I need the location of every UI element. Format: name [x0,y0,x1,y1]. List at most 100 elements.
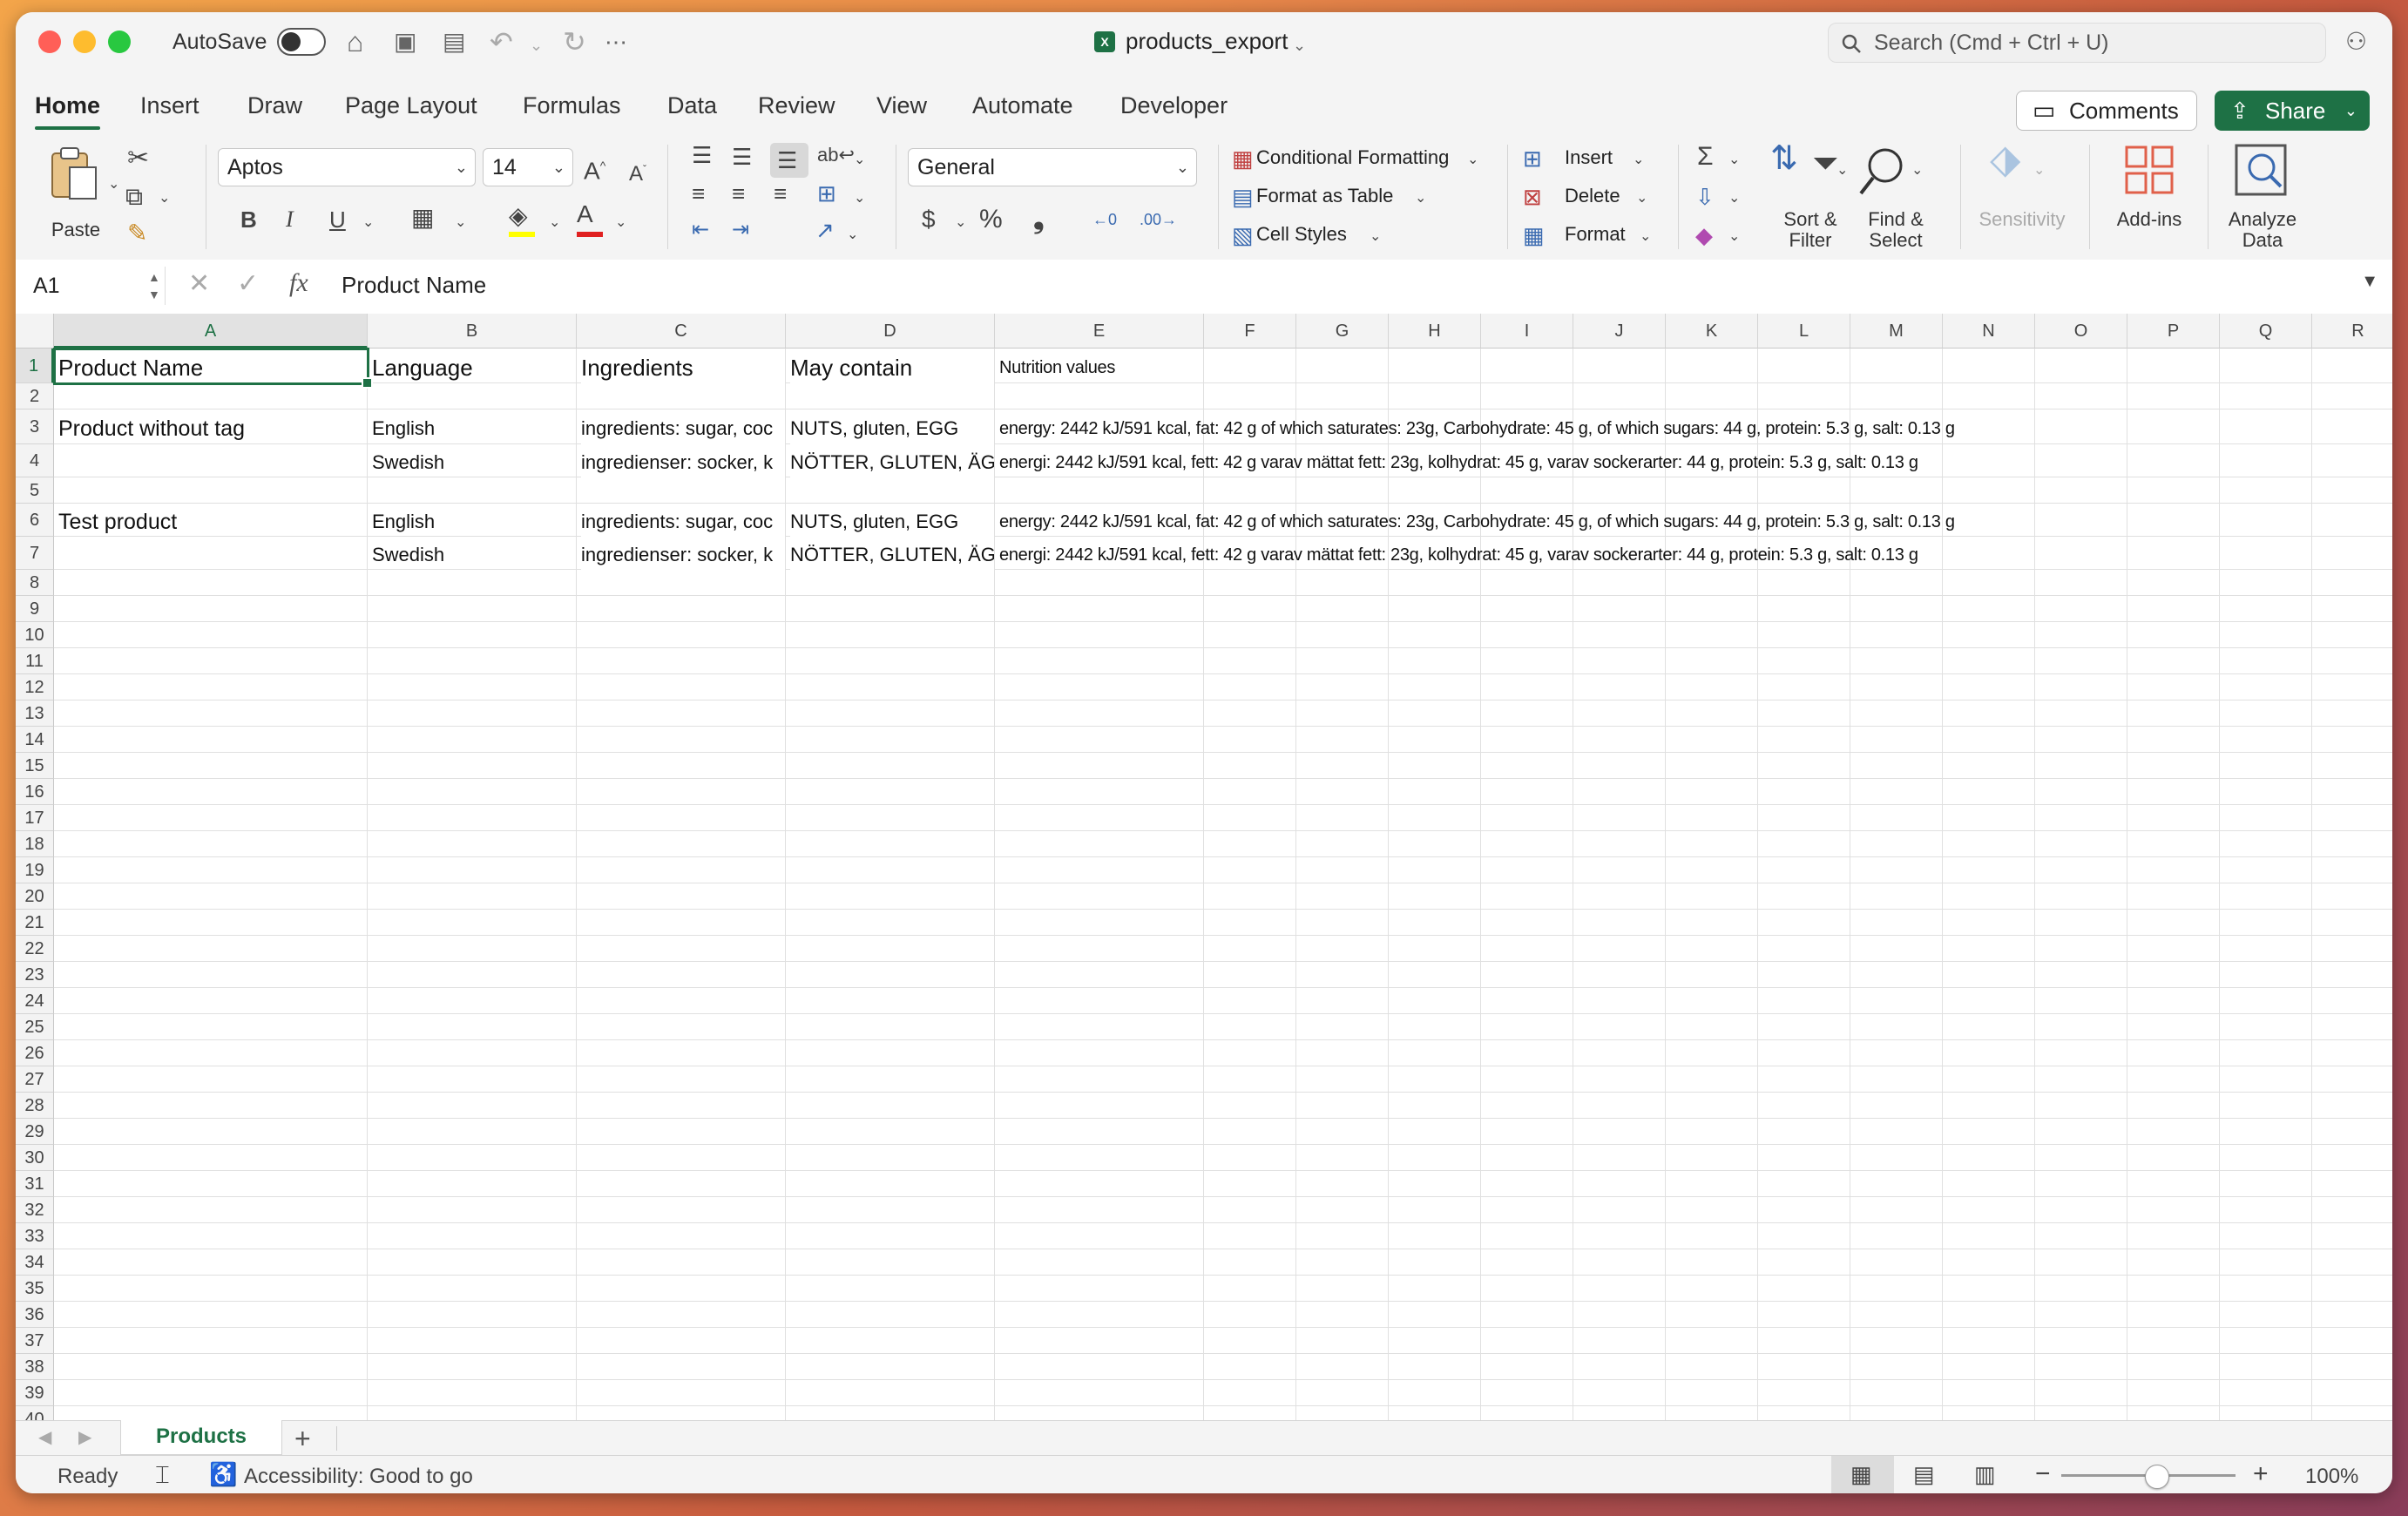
row-header-8[interactable]: 8 [16,570,54,596]
font-name-select[interactable]: Aptos ⌄ [218,148,476,186]
cell-q38[interactable] [2220,1354,2312,1380]
cell-d39[interactable] [786,1380,995,1406]
cell-e14[interactable] [995,727,1204,753]
cell-k15[interactable] [1666,753,1758,779]
more-icon[interactable]: ⋯ [605,24,627,59]
orientation-chevron-down-icon[interactable]: ⌄ [854,145,865,176]
cell-n9[interactable] [1943,596,2035,622]
page-break-preview-icon[interactable]: ▥ [1974,1461,1996,1488]
cell-r26[interactable] [2312,1040,2392,1066]
cell-b18[interactable] [368,831,577,857]
row-header-7[interactable]: 7 [16,537,54,570]
cell-d2[interactable] [786,383,995,409]
column-header-g[interactable]: G [1296,314,1389,349]
cell-j31[interactable] [1573,1171,1666,1197]
cell-m11[interactable] [1850,648,1943,674]
cell-c18[interactable] [577,831,786,857]
cell-d26[interactable] [786,1040,995,1066]
cell-p33[interactable] [2127,1223,2220,1249]
cell-o8[interactable] [2035,570,2127,596]
cell-k28[interactable] [1666,1093,1758,1119]
cell-d27[interactable] [786,1066,995,1093]
cell-k25[interactable] [1666,1014,1758,1040]
cell-e21[interactable] [995,910,1204,936]
row-header-24[interactable]: 24 [16,988,54,1014]
cell-d10[interactable] [786,622,995,648]
cell-d9[interactable] [786,596,995,622]
column-header-c[interactable]: C [577,314,786,349]
cell-o31[interactable] [2035,1171,2127,1197]
cell-a18[interactable] [54,831,368,857]
row-header-33[interactable]: 33 [16,1223,54,1249]
cell-l38[interactable] [1758,1354,1850,1380]
cell-l29[interactable] [1758,1119,1850,1145]
cell-j2[interactable] [1573,383,1666,409]
row-header-25[interactable]: 25 [16,1014,54,1040]
cell-c2[interactable] [577,383,786,409]
cell-q40[interactable] [2220,1406,2312,1420]
cell-q36[interactable] [2220,1302,2312,1328]
cell-a35[interactable] [54,1276,368,1302]
cell-k22[interactable] [1666,936,1758,962]
cell-p5[interactable] [2127,477,2220,504]
cell-f28[interactable] [1204,1093,1296,1119]
cell-n30[interactable] [1943,1145,2035,1171]
cell-d24[interactable] [786,988,995,1014]
cell-p38[interactable] [2127,1354,2220,1380]
cell-h12[interactable] [1389,674,1481,700]
cell-n23[interactable] [1943,962,2035,988]
cell-o27[interactable] [2035,1066,2127,1093]
cell-i39[interactable] [1481,1380,1573,1406]
cell-b35[interactable] [368,1276,577,1302]
cell-c5[interactable] [577,477,786,504]
cell-b10[interactable] [368,622,577,648]
row-header-14[interactable]: 14 [16,727,54,753]
cell-p10[interactable] [2127,622,2220,648]
cell-l22[interactable] [1758,936,1850,962]
cell-a29[interactable] [54,1119,368,1145]
cell-l2[interactable] [1758,383,1850,409]
row-header-18[interactable]: 18 [16,831,54,857]
cell-g10[interactable] [1296,622,1389,648]
cell-l9[interactable] [1758,596,1850,622]
cell-i37[interactable] [1481,1328,1573,1354]
cell-r21[interactable] [2312,910,2392,936]
cell-h23[interactable] [1389,962,1481,988]
cell-d28[interactable] [786,1093,995,1119]
cell-i17[interactable] [1481,805,1573,831]
cell-r13[interactable] [2312,700,2392,727]
cell-o34[interactable] [2035,1249,2127,1276]
cell-l16[interactable] [1758,779,1850,805]
cell-j33[interactable] [1573,1223,1666,1249]
cell-m20[interactable] [1850,883,1943,910]
cell-l18[interactable] [1758,831,1850,857]
cell-h31[interactable] [1389,1171,1481,1197]
cell-i21[interactable] [1481,910,1573,936]
delete-chevron-down-icon[interactable]: ⌄ [1636,183,1647,214]
cell-g28[interactable] [1296,1093,1389,1119]
cell-q19[interactable] [2220,857,2312,883]
cell-j29[interactable] [1573,1119,1666,1145]
cell-c31[interactable] [577,1171,786,1197]
cell-g22[interactable] [1296,936,1389,962]
cell-n14[interactable] [1943,727,2035,753]
row-header-28[interactable]: 28 [16,1093,54,1119]
cell-o1[interactable] [2035,349,2127,383]
cell-f16[interactable] [1204,779,1296,805]
cell-e36[interactable] [995,1302,1204,1328]
cell-p22[interactable] [2127,936,2220,962]
cell-q32[interactable] [2220,1197,2312,1223]
sensitivity-icon[interactable]: ⬗ [1990,139,2020,179]
column-header-m[interactable]: M [1850,314,1943,349]
insert-chevron-down-icon[interactable]: ⌄ [1633,145,1644,176]
cell-k2[interactable] [1666,383,1758,409]
cancel-entry-icon[interactable]: ✕ [188,268,210,299]
find-select-label[interactable]: Find & Select [1843,209,1948,251]
cell-p36[interactable] [2127,1302,2220,1328]
cell-r10[interactable] [2312,622,2392,648]
cell-k21[interactable] [1666,910,1758,936]
cell-b31[interactable] [368,1171,577,1197]
cell-h18[interactable] [1389,831,1481,857]
cell-j34[interactable] [1573,1249,1666,1276]
cell-c9[interactable] [577,596,786,622]
